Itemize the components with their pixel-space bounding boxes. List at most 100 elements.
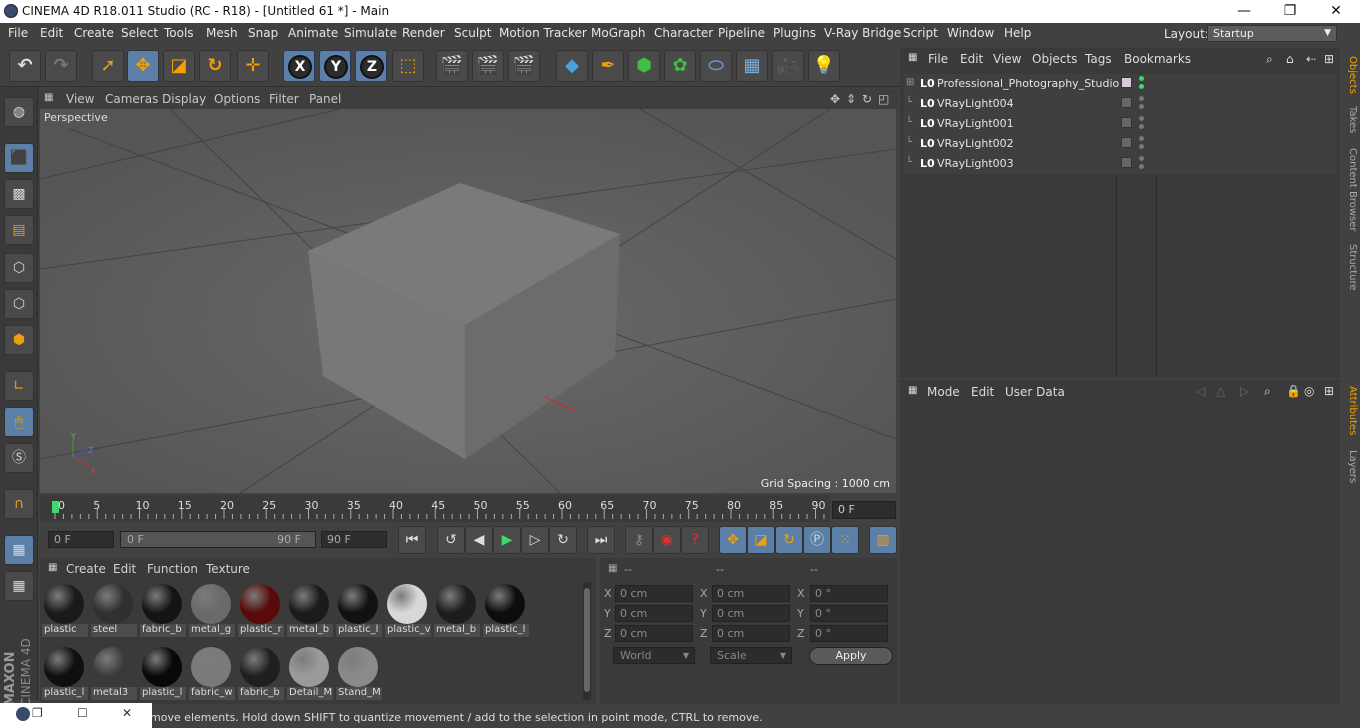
objects-menu-edit[interactable]: Edit (960, 52, 983, 66)
autokey-button[interactable]: ◉ (653, 526, 681, 554)
objects-menu-file[interactable]: File (928, 52, 948, 66)
menu-pipeline[interactable]: Pipeline (718, 26, 765, 40)
live-selection-button[interactable]: ➚ (92, 50, 124, 82)
object-row[interactable]: └ L0 VRayLight003 (904, 154, 1336, 174)
add-cube-button[interactable]: ◆ (556, 50, 588, 82)
viewport-menu-view[interactable]: View (66, 92, 94, 106)
menu-character[interactable]: Character (654, 26, 713, 40)
material-swatch[interactable]: steel (91, 582, 137, 638)
render-visibility-dot[interactable] (1139, 164, 1144, 169)
size-z-field[interactable]: 0 cm (712, 625, 790, 642)
home-icon[interactable]: ⌂ (1286, 52, 1294, 66)
menu-script[interactable]: Script (903, 26, 938, 40)
material-swatch[interactable]: metal3 (91, 645, 137, 701)
rotation-b-field[interactable]: 0 ° (810, 625, 888, 642)
material-swatch[interactable]: plastic_l (483, 582, 529, 638)
rotate-tool-button[interactable]: ↻ (199, 50, 231, 82)
attributes-menu-edit[interactable]: Edit (971, 385, 994, 399)
tab-objects[interactable]: Objects (1342, 56, 1358, 94)
viewport-menu-cameras[interactable]: Cameras (105, 92, 158, 106)
size-y-field[interactable]: 0 cm (712, 605, 790, 622)
rotation-h-field[interactable]: 0 ° (810, 585, 888, 602)
viewport-rotate-icon[interactable]: ↻ (862, 92, 872, 106)
object-name[interactable]: VRayLight004 (937, 97, 1014, 110)
objects-menu-tags[interactable]: Tags (1085, 52, 1112, 66)
render-view-button[interactable]: 🎬 (436, 50, 468, 82)
lock-icon[interactable]: 🔒 (1286, 384, 1301, 398)
record-parameter-button[interactable]: Ⓟ (803, 526, 831, 554)
material-scrollbar[interactable] (583, 582, 591, 700)
objects-menu-objects[interactable]: Objects (1032, 52, 1077, 66)
material-swatch[interactable]: fabric_b (238, 645, 284, 701)
search-icon[interactable]: ⌕ (1264, 384, 1271, 399)
new-window-icon[interactable]: ⊞ (1324, 384, 1334, 398)
close-icon[interactable]: ✕ (122, 706, 132, 720)
object-row[interactable]: └ L0 VRayLight002 (904, 134, 1336, 154)
material-menu-edit[interactable]: Edit (113, 562, 136, 576)
current-frame-field[interactable]: 0 F (832, 501, 896, 519)
layout-dropdown[interactable]: Startup ▼ (1207, 25, 1337, 42)
render-settings-button[interactable]: 🎬 (508, 50, 540, 82)
min-frame-field[interactable]: 0 F (48, 531, 114, 548)
objects-menu-bookmarks[interactable]: Bookmarks (1124, 52, 1191, 66)
planar-workplane-button[interactable]: ▦ (4, 571, 34, 601)
attributes-menu-user-data[interactable]: User Data (1005, 385, 1065, 399)
polygons-mode-button[interactable]: ⬢ (4, 325, 34, 355)
next-frame-button[interactable]: ▷ (521, 526, 549, 554)
undo-button[interactable]: ↶ (9, 50, 41, 82)
max-frame-field[interactable]: 90 F (321, 531, 387, 548)
viewport-maximize-icon[interactable]: ◰ (878, 92, 889, 106)
z-axis-lock-button[interactable]: Z (355, 50, 387, 82)
material-swatch[interactable]: plastic_l (42, 645, 88, 701)
scale-tool-button[interactable]: ◪ (163, 50, 195, 82)
render-visibility-dot[interactable] (1139, 144, 1144, 149)
previous-frame-button[interactable]: ◀ (465, 526, 493, 554)
render-visibility-dot[interactable] (1139, 124, 1144, 129)
close-button[interactable]: ✕ (1313, 0, 1359, 23)
material-swatch[interactable]: fabric_b (140, 582, 186, 638)
object-row[interactable]: ⊞ L0 Professional_Photography_Studio (904, 74, 1336, 94)
menu-edit[interactable]: Edit (40, 26, 63, 40)
editor-visibility-dot[interactable] (1139, 76, 1144, 81)
menu-motion-tracker[interactable]: Motion Tracker (499, 26, 587, 40)
material-swatch[interactable]: Stand_M (336, 645, 382, 701)
material-swatch[interactable]: metal_g (189, 582, 235, 638)
maximize-icon[interactable]: ☐ (77, 706, 88, 720)
viewport-menu-display[interactable]: Display (162, 92, 206, 106)
material-swatch[interactable]: plastic (42, 582, 88, 638)
solo-button[interactable]: Ⓢ (4, 443, 34, 473)
material-swatch[interactable]: Detail_M (287, 645, 333, 701)
go-to-start-button[interactable]: ⏮ (398, 526, 426, 554)
tab-content-browser[interactable]: Content Browser (1342, 148, 1358, 231)
material-scrollbar-thumb[interactable] (584, 588, 590, 692)
object-row[interactable]: └ L0 VRayLight004 (904, 94, 1336, 114)
menu-mograph[interactable]: MoGraph (591, 26, 646, 40)
objects-menu-view[interactable]: View (993, 52, 1021, 66)
material-menu-function[interactable]: Function (147, 562, 198, 576)
edges-mode-button[interactable]: ⬡ (4, 289, 34, 319)
object-name[interactable]: Professional_Photography_Studio (937, 77, 1119, 90)
tab-layers[interactable]: Layers (1342, 450, 1358, 483)
menu-tools[interactable]: Tools (164, 26, 194, 40)
menu-file[interactable]: File (8, 26, 28, 40)
move-tool-button[interactable]: ✥ (127, 50, 159, 82)
object-name[interactable]: VRayLight002 (937, 137, 1014, 150)
viewport-menu-filter[interactable]: Filter (269, 92, 299, 106)
add-camera-button[interactable]: 🎥 (772, 50, 804, 82)
menu-snap[interactable]: Snap (248, 26, 278, 40)
menu-plugins[interactable]: Plugins (773, 26, 816, 40)
material-swatch[interactable]: plastic_l (336, 582, 382, 638)
menu-animate[interactable]: Animate (288, 26, 338, 40)
size-mode-dropdown[interactable]: Scale ▼ (710, 647, 792, 664)
workplane-mode-button[interactable]: ▤ (4, 215, 34, 245)
keyframe-selection-button[interactable]: ? (681, 526, 709, 554)
tweak-mode-button[interactable]: 🖱 (4, 407, 34, 437)
render-visibility-dot[interactable] (1139, 104, 1144, 109)
editor-visibility-dot[interactable] (1139, 156, 1144, 161)
3d-viewport[interactable]: Y Z X Perspective Grid Spacing : 1000 cm (40, 109, 896, 493)
menu-select[interactable]: Select (121, 26, 158, 40)
position-z-field[interactable]: 0 cm (615, 625, 693, 642)
material-menu-create[interactable]: Create (66, 562, 106, 576)
object-name[interactable]: VRayLight001 (937, 117, 1014, 130)
menu-vray-bridge[interactable]: V-Ray Bridge (824, 26, 901, 40)
